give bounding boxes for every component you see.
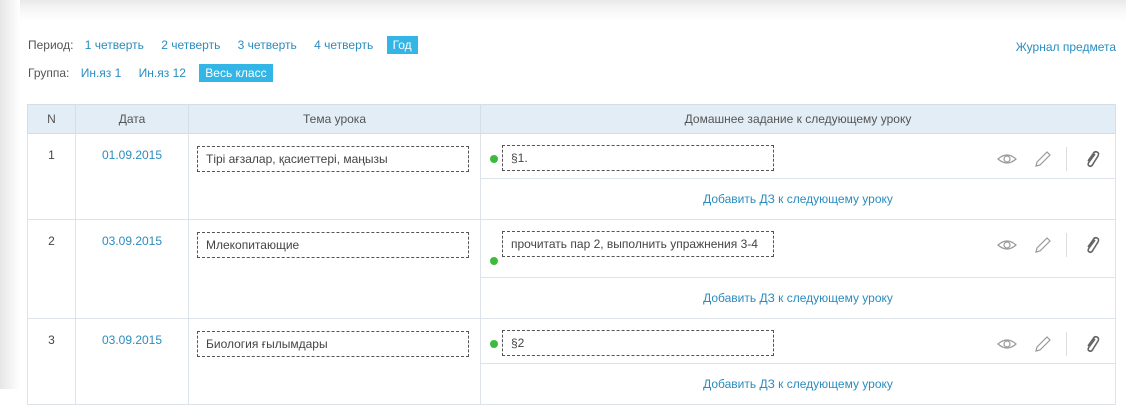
period-option-q4[interactable]: 4 четверть bbox=[314, 38, 373, 52]
lessons-table: N Дата Тема урока Домашнее задание к сле… bbox=[27, 104, 1116, 405]
add-homework-link[interactable]: Добавить ДЗ к следующему уроку bbox=[703, 291, 893, 305]
status-dot bbox=[490, 257, 498, 265]
divider bbox=[1066, 332, 1067, 356]
homework-cell: прочитать пар 2, выполнить упражнения 3-… bbox=[480, 219, 1116, 278]
homework-cell: §2 bbox=[480, 318, 1116, 364]
group-label: Группа: bbox=[28, 66, 70, 80]
lesson-topic-field[interactable]: Млекопитающие bbox=[197, 232, 469, 258]
period-filter: Период: 1 четверть 2 четверть 3 четверть… bbox=[28, 36, 432, 54]
lesson-date-cell: 03.09.2015 bbox=[75, 219, 189, 319]
period-option-q1[interactable]: 1 четверть bbox=[85, 38, 144, 52]
paperclip-icon[interactable] bbox=[1081, 234, 1103, 256]
add-homework-cell: Добавить ДЗ к следующему уроку bbox=[480, 363, 1116, 405]
add-homework-cell: Добавить ДЗ к следующему уроку bbox=[480, 277, 1116, 319]
homework-actions bbox=[982, 332, 1103, 356]
pencil-icon[interactable] bbox=[1032, 148, 1054, 170]
divider bbox=[1066, 233, 1067, 257]
table-row: 3 03.09.2015 Биология ғылымдары §2 bbox=[27, 318, 1116, 405]
header-topic: Тема урока bbox=[188, 104, 481, 134]
header-n: N bbox=[27, 104, 76, 134]
lesson-date-link[interactable]: 01.09.2015 bbox=[102, 148, 162, 162]
eye-icon[interactable] bbox=[996, 148, 1018, 170]
group-filter: Группа: Ин.яз 1 Ин.яз 12 Весь класс bbox=[28, 64, 287, 82]
lesson-number: 3 bbox=[27, 318, 76, 405]
homework-cell: §1. bbox=[480, 133, 1116, 179]
lesson-topic-cell: Тірі ағзалар, қасиеттері, маңызы bbox=[188, 133, 481, 220]
pencil-icon[interactable] bbox=[1032, 234, 1054, 256]
header-date: Дата bbox=[75, 104, 189, 134]
period-option-q3[interactable]: 3 четверть bbox=[238, 38, 297, 52]
homework-actions bbox=[982, 147, 1103, 171]
paperclip-icon[interactable] bbox=[1081, 148, 1103, 170]
lesson-date-cell: 03.09.2015 bbox=[75, 318, 189, 405]
homework-actions bbox=[982, 233, 1103, 257]
homework-field[interactable]: §1. bbox=[502, 145, 774, 171]
period-label: Период: bbox=[28, 38, 74, 52]
lesson-topic-cell: Биология ғылымдары bbox=[188, 318, 481, 405]
lesson-date-link[interactable]: 03.09.2015 bbox=[102, 333, 162, 347]
group-option-12[interactable]: Ин.яз 12 bbox=[139, 66, 186, 80]
period-option-q2[interactable]: 2 четверть bbox=[161, 38, 220, 52]
status-dot bbox=[490, 340, 498, 348]
divider bbox=[1066, 147, 1067, 171]
lesson-number: 1 bbox=[27, 133, 76, 220]
lesson-topic-field[interactable]: Биология ғылымдары bbox=[197, 331, 469, 357]
pencil-icon[interactable] bbox=[1032, 333, 1054, 355]
subject-journal-link[interactable]: Журнал предмета bbox=[1016, 40, 1116, 54]
table-row: 2 03.09.2015 Млекопитающие прочитать пар… bbox=[27, 219, 1116, 319]
homework-field[interactable]: §2 bbox=[502, 330, 774, 356]
header-homework: Домашнее задание к следующему уроку bbox=[480, 104, 1116, 134]
period-option-year[interactable]: Год bbox=[386, 36, 418, 54]
journal-panel: Период: 1 четверть 2 четверть 3 четверть… bbox=[20, 22, 1126, 405]
table-header-row: N Дата Тема урока Домашнее задание к сле… bbox=[27, 104, 1116, 134]
window-frame: Период: 1 четверть 2 четверть 3 четверть… bbox=[0, 0, 1126, 405]
eye-icon[interactable] bbox=[996, 234, 1018, 256]
group-option-whole-class[interactable]: Весь класс bbox=[199, 64, 273, 82]
eye-icon[interactable] bbox=[996, 333, 1018, 355]
group-option-1[interactable]: Ин.яз 1 bbox=[81, 66, 122, 80]
lesson-topic-field[interactable]: Тірі ағзалар, қасиеттері, маңызы bbox=[197, 146, 469, 172]
add-homework-link[interactable]: Добавить ДЗ к следующему уроку bbox=[703, 192, 893, 206]
lesson-topic-cell: Млекопитающие bbox=[188, 219, 481, 319]
lesson-number: 2 bbox=[27, 219, 76, 319]
table-row: 1 01.09.2015 Тірі ағзалар, қасиеттері, м… bbox=[27, 133, 1116, 220]
homework-field[interactable]: прочитать пар 2, выполнить упражнения 3-… bbox=[502, 231, 774, 257]
add-homework-cell: Добавить ДЗ к следующему уроку bbox=[480, 178, 1116, 220]
status-dot bbox=[490, 155, 498, 163]
lesson-date-cell: 01.09.2015 bbox=[75, 133, 189, 220]
lesson-date-link[interactable]: 03.09.2015 bbox=[102, 234, 162, 248]
paperclip-icon[interactable] bbox=[1081, 333, 1103, 355]
